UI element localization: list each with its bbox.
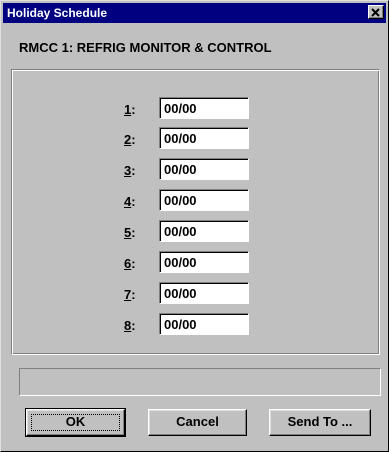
holiday-date-field-7[interactable]: 00/00 <box>159 282 249 304</box>
holiday-label-2: 2: <box>124 132 136 147</box>
holiday-date-field-3[interactable]: 00/00 <box>159 158 249 180</box>
holiday-label-8: 8: <box>124 318 136 333</box>
title-bar[interactable]: Holiday Schedule <box>3 3 386 23</box>
send-to-button-label: Send To ... <box>287 414 353 429</box>
holiday-date-field-4[interactable]: 00/00 <box>159 189 249 211</box>
holiday-label-5: 5: <box>124 225 136 240</box>
cancel-button-label: Cancel <box>176 414 219 429</box>
holiday-date-field-6[interactable]: 00/00 <box>159 251 249 273</box>
holiday-date-field-8[interactable]: 00/00 <box>159 313 249 335</box>
holiday-label-6: 6: <box>124 256 136 271</box>
send-to-button[interactable]: Send To ... <box>269 409 371 436</box>
holiday-label-3: 3: <box>124 163 136 178</box>
holiday-date-field-5[interactable]: 00/00 <box>159 220 249 242</box>
window-title: Holiday Schedule <box>7 6 108 20</box>
controller-name: RMCC 1: REFRIG MONITOR & CONTROL <box>19 40 272 55</box>
holiday-schedule-dialog: Holiday Schedule RMCC 1: REFRIG MONITOR … <box>0 0 389 452</box>
holiday-label-1: 1: <box>124 102 136 117</box>
status-bar <box>19 368 381 396</box>
holiday-date-field-1[interactable]: 00/00 <box>159 97 249 119</box>
holiday-date-field-2[interactable]: 00/00 <box>159 127 249 149</box>
focus-rectangle <box>31 414 120 431</box>
close-button[interactable] <box>368 5 384 19</box>
ok-button[interactable]: OK <box>25 408 126 437</box>
holiday-label-4: 4: <box>124 194 136 209</box>
cancel-button[interactable]: Cancel <box>148 409 247 436</box>
holiday-label-7: 7: <box>124 287 136 302</box>
close-icon <box>371 7 380 17</box>
